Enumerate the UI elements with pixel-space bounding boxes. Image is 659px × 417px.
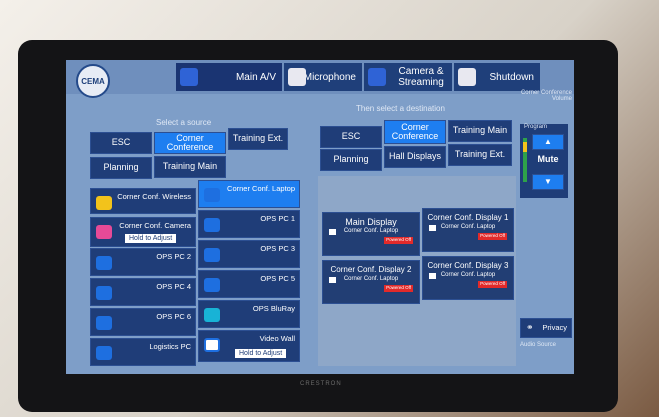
source-room-corner-conference[interactable]: Corner Conference [154, 132, 226, 154]
checkbox-icon [429, 273, 436, 279]
volume-title: Corner Conference Volume [520, 90, 572, 102]
monitor-icon [96, 316, 112, 330]
brand-label: CRESTRON [300, 381, 342, 387]
mute-button[interactable]: Mute [532, 154, 564, 170]
source-room-esc[interactable]: ESC [90, 132, 152, 154]
source-label: OPS PC 6 [156, 312, 191, 321]
monitor-icon [96, 256, 112, 270]
tab-label: Shutdown [489, 71, 534, 83]
source-room-training-ext[interactable]: Training Ext. [228, 128, 288, 150]
power-status-badge: Powered Off [478, 281, 507, 288]
microphone-icon: ⚭ [526, 322, 534, 332]
source-label: OPS PC 2 [156, 252, 191, 261]
source-label: Corner Conf. Camera [119, 221, 191, 230]
dest-room-hall-displays[interactable]: Hall Displays [384, 146, 446, 168]
power-status-badge: Powered Off [384, 237, 413, 244]
source-label: OPS PC 3 [260, 244, 295, 253]
monitor-icon [204, 248, 220, 262]
volume-down-button[interactable]: ▼ [532, 174, 564, 190]
checkbox-icon [429, 225, 436, 231]
display-source: Corner Conf. Laptop [440, 224, 496, 230]
source-corner-conf-wireless[interactable]: Corner Conf. Wireless [90, 188, 196, 214]
display-title: Corner Conf. Display 2 [330, 265, 412, 274]
camera-icon [96, 225, 112, 239]
source-ops-pc-6[interactable]: OPS PC 6 [90, 308, 196, 336]
laptop-icon [204, 188, 220, 202]
tab-label: Camera & Streaming [398, 66, 444, 88]
source-ops-pc-4[interactable]: OPS PC 4 [90, 278, 196, 306]
hold-to-adjust-label[interactable]: Hold to Adjust [235, 349, 287, 358]
program-label: Program [524, 124, 548, 130]
dest-room-training-ext[interactable]: Training Ext. [448, 144, 512, 166]
dest-corner-conf-display-1[interactable]: Corner Conf. Display 1 Corner Conf. Lapt… [422, 208, 514, 252]
dest-corner-conf-display-2[interactable]: Corner Conf. Display 2 Corner Conf. Lapt… [322, 260, 420, 304]
source-label: OPS PC 4 [156, 282, 191, 291]
logo: CEMA [76, 64, 110, 98]
source-room-training-main[interactable]: Training Main [154, 156, 226, 178]
privacy-label: Privacy [542, 323, 567, 333]
display-source: Corner Conf. Laptop [343, 228, 399, 234]
tab-label: Main A/V [235, 71, 276, 83]
monitor-icon [96, 346, 112, 360]
source-label: OPS PC 5 [260, 274, 295, 283]
source-ops-bluray[interactable]: OPS BluRay [198, 300, 300, 328]
source-label: Corner Conf. Laptop [227, 184, 295, 193]
checkbox-icon [329, 229, 336, 235]
dest-main-display[interactable]: Main Display Corner Conf. Laptop Powered… [322, 212, 420, 256]
source-corner-conf-laptop[interactable]: Corner Conf. Laptop [198, 180, 300, 208]
microphone-icon [288, 68, 306, 86]
monitor-icon [204, 278, 220, 292]
tab-microphone[interactable]: Microphone [284, 63, 362, 91]
checkbox-icon [329, 277, 336, 283]
wireless-icon [96, 196, 112, 210]
dest-room-esc[interactable]: ESC [320, 126, 382, 148]
dest-room-training-main[interactable]: Training Main [448, 120, 512, 142]
tab-camera-streaming[interactable]: Camera & Streaming [364, 63, 452, 91]
display-source: Corner Conf. Laptop [343, 276, 399, 282]
video-wall-icon [204, 338, 220, 352]
power-status-badge: Powered Off [384, 285, 413, 292]
source-label: Corner Conf. Wireless [117, 192, 191, 201]
source-ops-pc-2[interactable]: OPS PC 2 [90, 248, 196, 276]
dest-corner-conf-display-3[interactable]: Corner Conf. Display 3 Corner Conf. Lapt… [422, 256, 514, 300]
source-logistics-pc[interactable]: Logistics PC [90, 338, 196, 366]
volume-panel: Program ▲ Mute ▼ [520, 124, 568, 198]
power-status-badge: Powered Off [478, 233, 507, 240]
privacy-button[interactable]: ⚭ Privacy [520, 318, 572, 338]
display-title: Corner Conf. Display 1 [427, 213, 509, 222]
touch-screen: CEMA Main A/V Microphone Camera & Stream… [66, 60, 574, 374]
source-label: OPS PC 1 [260, 214, 295, 223]
source-caption: Select a source [156, 118, 212, 127]
play-icon [180, 68, 198, 86]
source-label: OPS BluRay [252, 304, 295, 313]
display-title: Main Display [345, 217, 397, 227]
bluray-icon [204, 308, 220, 322]
dest-room-corner-conference[interactable]: Corner Conference [384, 120, 446, 144]
source-corner-conf-camera[interactable]: Corner Conf. Camera Hold to Adjust [90, 217, 196, 247]
source-ops-pc-5[interactable]: OPS PC 5 [198, 270, 300, 298]
monitor-icon [204, 218, 220, 232]
source-label: Logistics PC [149, 342, 191, 351]
display-source: Corner Conf. Laptop [440, 272, 496, 278]
volume-peak-indicator [523, 142, 527, 152]
tab-main-av[interactable]: Main A/V [176, 63, 282, 91]
volume-up-button[interactable]: ▲ [532, 134, 564, 150]
dest-room-planning[interactable]: Planning [320, 149, 382, 171]
source-label: Video Wall [259, 334, 295, 343]
tab-label: Microphone [303, 71, 356, 83]
audio-source-label: Audio Source [520, 342, 557, 348]
destination-caption: Then select a destination [356, 104, 445, 113]
camera-icon [368, 68, 386, 86]
source-video-wall[interactable]: Video Wall Hold to Adjust [198, 330, 300, 362]
tab-shutdown[interactable]: Shutdown [454, 63, 540, 91]
monitor-icon [96, 286, 112, 300]
source-ops-pc-1[interactable]: OPS PC 1 [198, 210, 300, 238]
source-ops-pc-3[interactable]: OPS PC 3 [198, 240, 300, 268]
power-icon [458, 68, 476, 86]
hold-to-adjust-label[interactable]: Hold to Adjust [125, 234, 177, 243]
display-title: Corner Conf. Display 3 [427, 261, 509, 270]
source-room-planning[interactable]: Planning [90, 157, 152, 179]
header-bar: CEMA Main A/V Microphone Camera & Stream… [66, 60, 574, 98]
